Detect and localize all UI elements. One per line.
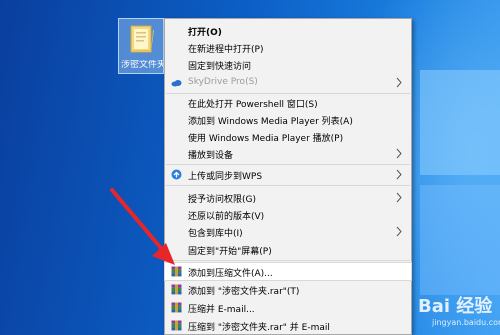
menu-item-grant-access[interactable]: 授予访问权限(G) [165,189,411,206]
logo-pane [420,185,500,295]
menu-item-add-to-archive[interactable]: 添加到压缩文件(A)... [164,262,412,281]
cloud-icon [171,80,182,87]
winrar-icon [171,266,182,277]
menu-item-label: 播放到设备 [188,151,234,161]
menu-item-pin-quick-access[interactable]: 固定到快速访问 [165,56,411,73]
menu-item-play-to-device[interactable]: 播放到设备 [165,145,411,162]
watermark-main: Bai 经验 [418,296,493,317]
chevron-right-icon [396,169,402,180]
menu-item-open[interactable]: 打开(O) [165,22,411,39]
winrar-icon [171,302,182,313]
menu-item-restore-versions[interactable]: 还原以前的版本(V) [165,206,411,223]
menu-item-label: 上传或同步到WPS [188,172,263,182]
menu-item-wps-upload[interactable]: 上传或同步到WPS [165,166,411,183]
menu-item-label: 还原以前的版本(V) [188,212,265,222]
chevron-right-icon [396,192,402,203]
menu-item-open-new-process[interactable]: 在新进程中打开(P) [165,39,411,56]
folder-icon [130,25,154,53]
winrar-icon [171,320,182,331]
menu-separator [166,260,410,261]
logo-pane [420,70,500,175]
menu-item-pin-start[interactable]: 固定到"开始"屏幕(P) [165,241,411,258]
menu-item-label: 固定到"开始"屏幕(P) [188,247,272,257]
windows-logo [410,70,500,300]
menu-item-label: SkyDrive Pro(S) [188,77,258,87]
menu-separator [166,164,410,165]
menu-item-label: 添加到压缩文件(A)... [188,269,273,279]
menu-item-play-wmp[interactable]: 使用 Windows Media Player 播放(P) [165,128,411,145]
menu-item-label: 固定到快速访问 [188,62,252,72]
menu-item-open-powershell[interactable]: 在此处打开 Powershell 窗口(S) [165,94,411,111]
menu-item-label: 打开(O) [188,28,222,38]
menu-item-skydrive-pro[interactable]: SkyDrive Pro(S) [165,74,411,91]
winrar-icon [171,284,182,295]
menu-item-label: 在此处打开 Powershell 窗口(S) [188,100,318,110]
menu-item-label: 授予访问权限(G) [188,195,256,205]
context-menu: 打开(O) 在新进程中打开(P) 固定到快速访问 SkyDrive Pro(S)… [164,18,412,335]
menu-item-include-library[interactable]: 包含到库中(I) [165,223,411,240]
wps-cloud-icon [171,169,182,180]
menu-item-add-wmp-list[interactable]: 添加到 Windows Media Player 列表(A) [165,111,411,128]
watermark-sub: jingyan.baidu.com [432,318,500,327]
menu-item-label: 压缩并 E-mail... [188,305,255,315]
menu-separator [166,185,410,186]
menu-item-label: 包含到库中(I) [188,229,243,239]
menu-item-label: 压缩到 "涉密文件夹.rar" 并 E-mail [188,323,330,333]
baidu-watermark: Bai 经验 jingyan.baidu.com [418,292,500,332]
menu-item-compress-email[interactable]: 压缩并 E-mail... [165,299,411,316]
chevron-right-icon [396,77,402,88]
folder-label: 涉密文件夹 [121,60,163,70]
menu-item-label: 添加到 Windows Media Player 列表(A) [188,117,353,127]
menu-item-compress-named-email[interactable]: 压缩到 "涉密文件夹.rar" 并 E-mail [165,317,411,334]
menu-item-label: 添加到 "涉密文件夹.rar"(T) [188,287,300,297]
menu-item-label: 使用 Windows Media Player 播放(P) [188,134,344,144]
menu-item-add-to-named-rar[interactable]: 添加到 "涉密文件夹.rar"(T) [165,281,411,298]
desktop-folder-item[interactable]: 涉密文件夹 [118,18,164,74]
chevron-right-icon [396,148,402,159]
chevron-right-icon [396,226,402,237]
menu-item-label: 在新进程中打开(P) [188,45,264,55]
